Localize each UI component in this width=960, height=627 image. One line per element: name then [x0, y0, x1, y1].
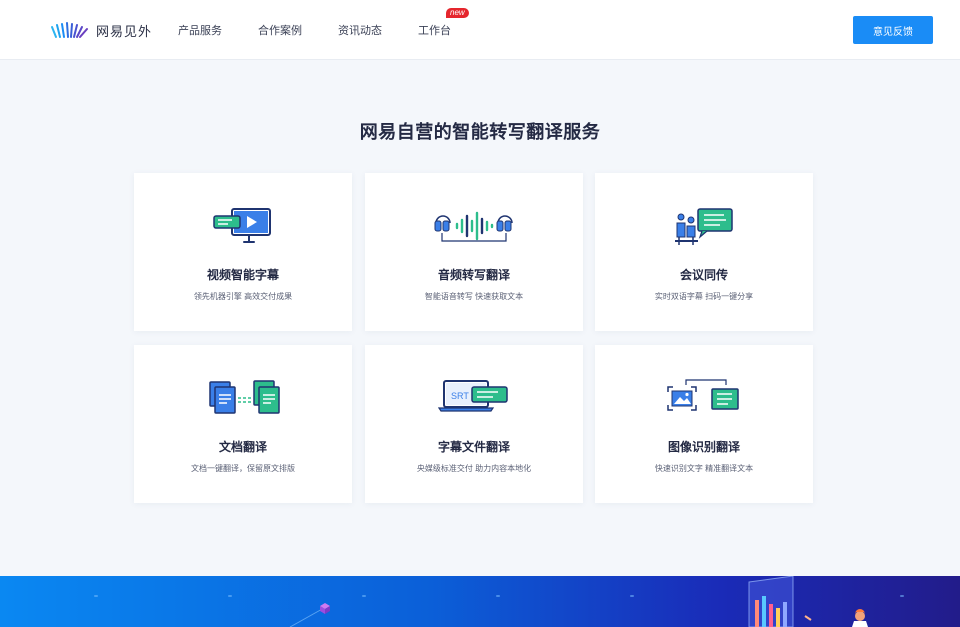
- card-desc: 快速识别文字 精准翻译文本: [654, 464, 754, 473]
- nav-item-cases[interactable]: 合作案例: [258, 22, 302, 38]
- card-title: 文档翻译: [218, 440, 267, 454]
- audio-transcribe-icon: [434, 211, 513, 242]
- subtitle-file-icon: SRT: [438, 380, 508, 412]
- banner-dot: [94, 595, 98, 597]
- banner-dot: [228, 595, 232, 597]
- banner-dashboard-illustration: [748, 576, 812, 627]
- banner-cube-icon: [289, 603, 330, 627]
- card-title: 音频转写翻译: [437, 268, 510, 282]
- card-desc: 实时双语字幕 扫码一键分享: [654, 292, 754, 301]
- card-title: 字幕文件翻译: [437, 440, 510, 454]
- card-title: 会议同传: [679, 268, 728, 282]
- meeting-interpret-icon: [675, 208, 733, 245]
- card-desc: 智能语音转写 快速获取文本: [424, 292, 524, 301]
- card-desc: 央媒级标准交付 助力内容本地化: [416, 464, 532, 473]
- card-document-translate[interactable]: 文档翻译 文档一键翻译，保留原文排版: [134, 345, 352, 503]
- nav-item-workbench[interactable]: 工作台 new: [418, 8, 469, 38]
- image-recognition-icon: [667, 379, 739, 411]
- section-title: 网易自营的智能转写翻译服务: [359, 122, 601, 142]
- banner-person-illustration: [852, 609, 868, 627]
- video-subtitle-icon: [213, 208, 271, 243]
- nav-item-workbench-label: 工作台: [418, 25, 451, 37]
- feedback-button[interactable]: 意见反馈: [853, 16, 933, 44]
- nav-item-news[interactable]: 资讯动态: [338, 22, 382, 38]
- logo-mark-icon: [51, 22, 88, 38]
- banner-dot: [362, 595, 366, 597]
- card-meeting-interpret[interactable]: 会议同传 实时双语字幕 扫码一键分享: [595, 173, 813, 331]
- banner-dot: [900, 595, 904, 597]
- card-title: 图像识别翻译: [667, 440, 740, 454]
- new-badge: new: [446, 8, 469, 18]
- main-nav: 产品服务 合作案例 资讯动态 工作台 new: [178, 0, 487, 60]
- card-title: 视频智能字幕: [206, 268, 279, 282]
- nav-item-products[interactable]: 产品服务: [178, 22, 222, 38]
- card-subtitle-file[interactable]: SRT 字幕文件翻译 央媒级标准交付 助力内容本地化: [365, 345, 583, 503]
- card-image-recognition[interactable]: 图像识别翻译 快速识别文字 精准翻译文本: [595, 345, 813, 503]
- bottom-banner: [0, 576, 960, 627]
- card-audio-transcribe[interactable]: 音频转写翻译 智能语音转写 快速获取文本: [365, 173, 583, 331]
- card-desc: 领先机器引擎 高效交付成果: [193, 292, 293, 301]
- document-translate-icon: [209, 380, 280, 414]
- top-header: 网易见外 产品服务 合作案例 资讯动态 工作台 new 意见反馈: [0, 0, 960, 60]
- banner-dot: [496, 595, 500, 597]
- banner-dot: [630, 595, 634, 597]
- card-video-subtitle[interactable]: 视频智能字幕 领先机器引擎 高效交付成果: [134, 173, 352, 331]
- card-desc: 文档一键翻译，保留原文排版: [191, 464, 295, 473]
- logo-text: 网易见外: [96, 23, 153, 39]
- logo[interactable]: 网易见外: [50, 19, 152, 41]
- srt-label: SRT: [451, 391, 469, 401]
